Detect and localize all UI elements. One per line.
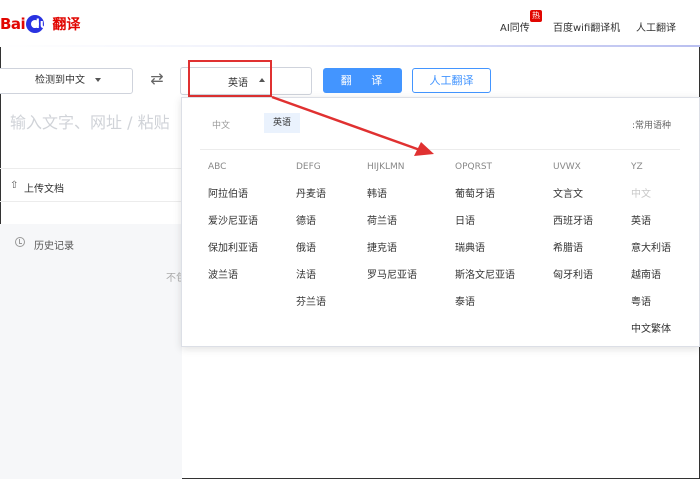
language-option[interactable]: 斯洛文尼亚语 [455, 266, 515, 281]
language-option[interactable]: 日语 [455, 212, 475, 227]
language-option[interactable]: 芬兰语 [296, 293, 326, 308]
clock-icon [15, 237, 25, 247]
language-option[interactable]: 捷克语 [367, 239, 397, 254]
dropdown-divider [200, 149, 680, 150]
source-text-input[interactable]: 输入文字、网址 / 粘贴 [10, 109, 170, 133]
nav-wifi-translator[interactable]: 百度wifi翻译机 [553, 19, 620, 34]
language-option[interactable]: 丹麦语 [296, 185, 326, 200]
source-language-label: 检测到中文 [35, 75, 85, 86]
language-option[interactable]: 文言文 [553, 185, 583, 200]
language-option[interactable]: 中文繁体 [631, 320, 671, 335]
language-option[interactable]: 法语 [296, 266, 316, 281]
common-languages-label: :常用语种 [632, 121, 672, 131]
language-option[interactable]: 英语 [631, 212, 651, 227]
language-option[interactable]: 泰语 [455, 293, 475, 308]
language-option[interactable]: 爱沙尼亚语 [208, 212, 258, 227]
language-option[interactable]: 罗马尼亚语 [367, 266, 417, 281]
column-head: OPQRST [455, 162, 493, 172]
upload-document-button[interactable]: 上传文档 [24, 180, 64, 195]
history-panel [0, 224, 182, 479]
language-option[interactable]: 希腊语 [553, 239, 583, 254]
nav-ai-simultaneous[interactable]: AI同传 [500, 19, 530, 34]
language-option[interactable]: 意大利语 [631, 239, 671, 254]
history-label[interactable]: 历史记录 [34, 237, 74, 252]
logo-du-text: du [31, 17, 49, 31]
language-option[interactable]: 德语 [296, 212, 316, 227]
swap-languages-icon[interactable]: ⇄ [147, 70, 167, 88]
language-option[interactable]: 韩语 [367, 185, 387, 200]
language-option[interactable]: 俄语 [296, 239, 316, 254]
language-option[interactable]: 越南语 [631, 266, 661, 281]
logo-fanyi-text: 翻译 [52, 17, 81, 33]
language-option[interactable]: 西班牙语 [553, 212, 593, 227]
top-bar-divider [0, 45, 700, 47]
language-option[interactable]: 荷兰语 [367, 212, 397, 227]
logo-bai-text: Bai [0, 15, 26, 33]
language-option[interactable]: 葡萄牙语 [455, 185, 495, 200]
history-empty-text: 不包 [166, 273, 182, 284]
upload-icon: ⇧ [10, 180, 19, 191]
language-option[interactable]: 粤语 [631, 293, 651, 308]
translate-button[interactable]: 翻 译 [323, 68, 402, 93]
language-option[interactable]: 匈牙利语 [553, 266, 593, 281]
human-translate-button[interactable]: 人工翻译 [412, 68, 491, 93]
language-option[interactable]: 波兰语 [208, 266, 238, 281]
hot-badge: 热 [530, 10, 542, 22]
column-head: YZ [631, 162, 643, 172]
nav-human-translation[interactable]: 人工翻译 [636, 19, 676, 34]
baidu-fanyi-logo[interactable]: Bai du 翻译 [0, 14, 80, 34]
language-option[interactable]: 瑞典语 [455, 239, 485, 254]
tab-chinese[interactable]: 中文 [212, 118, 230, 131]
target-language-dropdown [181, 97, 700, 347]
language-option[interactable]: 保加利亚语 [208, 239, 258, 254]
tab-english[interactable]: 英语 [264, 113, 301, 133]
source-language-select[interactable]: 检测到中文 [0, 68, 133, 94]
language-option[interactable]: 阿拉伯语 [208, 185, 248, 200]
column-head: DEFG [296, 162, 321, 172]
language-option-disabled: 中文 [631, 189, 651, 200]
column-head: UVWX [553, 162, 581, 172]
annotation-highlight-box [188, 60, 272, 97]
column-head: HIJKLMN [367, 162, 405, 172]
chevron-down-icon [95, 78, 101, 82]
column-head: ABC [208, 162, 227, 172]
